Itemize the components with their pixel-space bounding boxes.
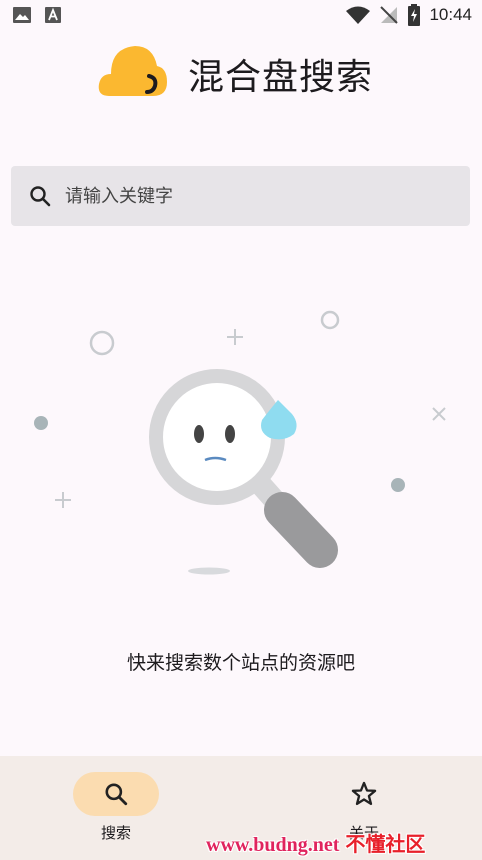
nav-item-search[interactable]: 搜索 [56, 772, 176, 843]
search-icon [105, 783, 128, 806]
empty-state-message: 快来搜索数个站点的资源吧 [126, 652, 355, 674]
star-icon [351, 781, 377, 806]
status-right-icons: 10:44 [345, 4, 472, 26]
sad-magnifier-icon [34, 310, 446, 575]
search-input[interactable] [63, 184, 447, 208]
image-icon [13, 7, 31, 23]
text-a-icon [45, 7, 61, 23]
search-icon[interactable] [28, 184, 52, 208]
no-signal-icon [380, 6, 399, 24]
cloud-logo-icon [98, 46, 167, 96]
search-bar[interactable] [11, 166, 470, 226]
status-bar: 10:44 [0, 0, 482, 30]
battery-charging-icon [408, 4, 421, 26]
status-time: 10:44 [429, 5, 472, 24]
nav-label-search: 搜索 [100, 824, 131, 842]
watermark-site: 不懂社区 [345, 834, 426, 856]
nav-active-indicator[interactable] [73, 772, 159, 816]
nav-icon-container[interactable] [321, 772, 407, 816]
watermark-url: www.budng.net [206, 834, 340, 856]
watermark: www.budng.net 不懂社区 [206, 828, 425, 857]
wifi-icon [346, 6, 371, 24]
status-left-icons [12, 6, 62, 24]
app-header: 混合盘搜索 [0, 42, 482, 102]
app-title: 混合盘搜索 [188, 57, 374, 98]
